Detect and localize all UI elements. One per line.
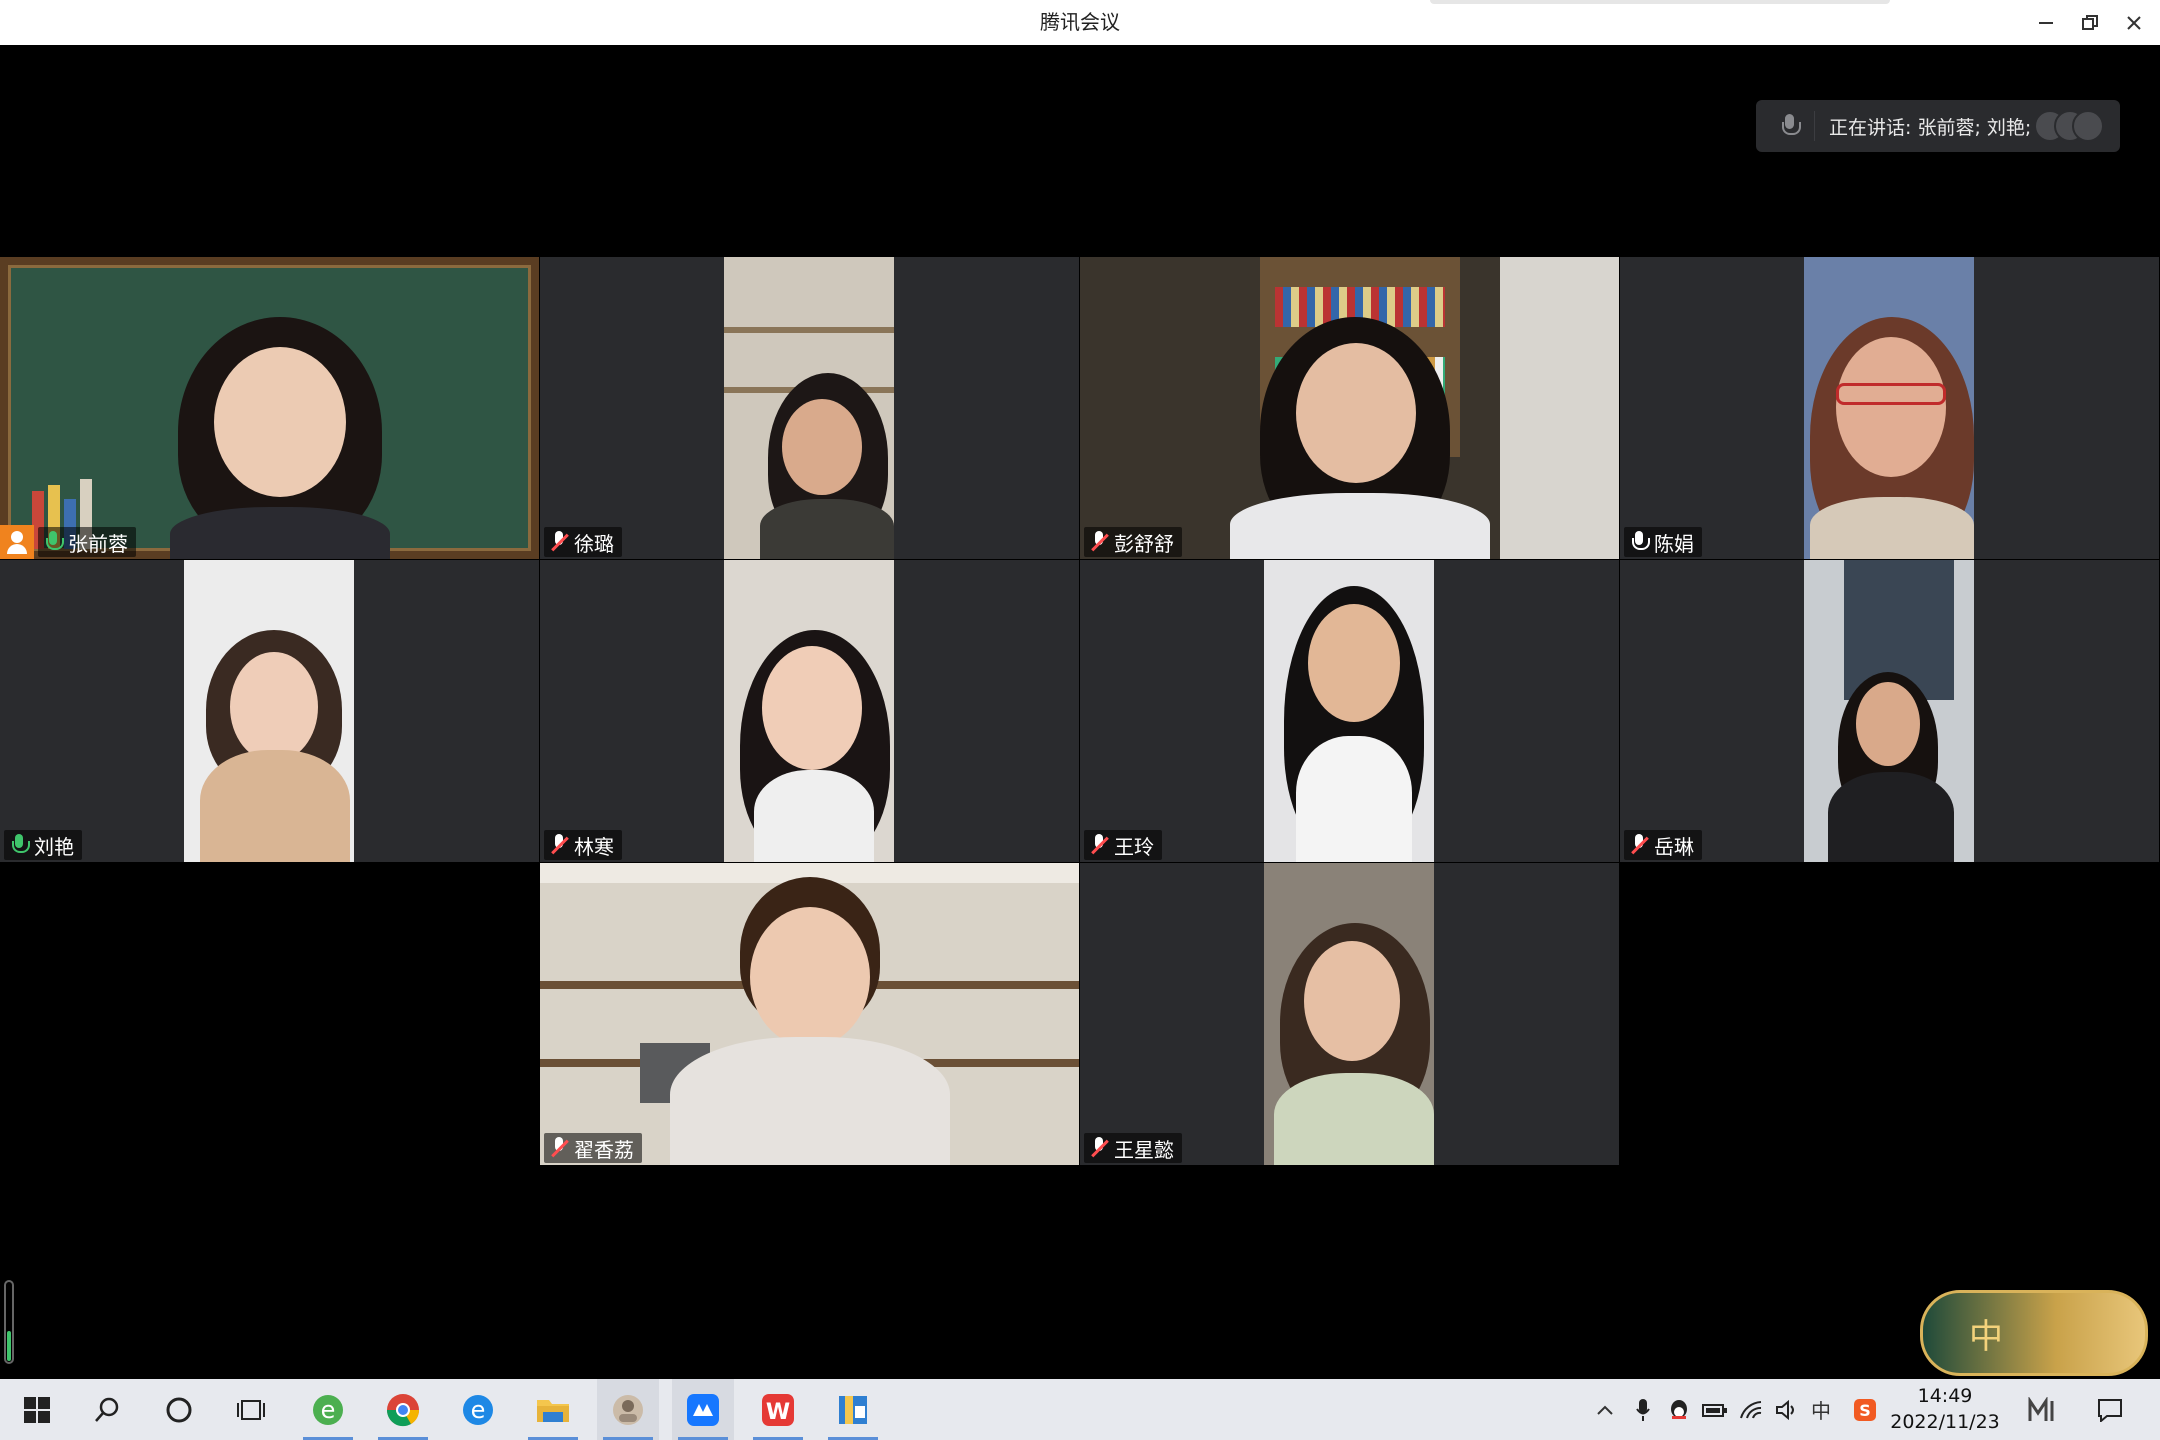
close-icon[interactable]	[2112, 0, 2156, 45]
holiday-widget-glyph: 中	[1969, 1317, 2003, 1357]
participant-name: 林寒	[574, 834, 614, 859]
system-clock[interactable]: 14:49 2022/11/23	[1880, 1383, 2010, 1435]
ie-browser-icon[interactable]: e	[297, 1379, 359, 1440]
action-center-icon[interactable]	[2090, 1379, 2130, 1440]
holiday-widget[interactable]: 中	[1920, 1290, 2148, 1376]
microphone-icon	[10, 833, 30, 857]
microphone-icon	[1778, 112, 1801, 140]
microphone-icon	[44, 530, 64, 554]
participant-name: 刘艳	[34, 834, 74, 859]
divider	[1814, 111, 1815, 141]
microphone-muted-icon	[1090, 1136, 1108, 1160]
speaker-avatars	[2034, 110, 2104, 142]
video-tile-wang-ling[interactable]: 王玲	[1080, 560, 1619, 862]
participant-video	[1264, 560, 1434, 862]
participant-video	[724, 257, 894, 559]
participant-video	[1804, 257, 1974, 559]
speaking-indicator: 正在讲话: 张前蓉; 刘艳;	[1756, 100, 2120, 152]
volume-level-indicator	[4, 1280, 14, 1364]
pen-workspace-icon[interactable]	[2024, 1379, 2064, 1440]
participant-label: 王玲	[1084, 830, 1162, 860]
volume-icon[interactable]	[1772, 1379, 1802, 1440]
participant-video	[540, 863, 1079, 1165]
photo-app-icon[interactable]	[597, 1379, 659, 1440]
microphone-muted-icon	[1090, 530, 1108, 554]
minimize-icon[interactable]	[2024, 0, 2068, 45]
microphone-muted-icon	[550, 833, 568, 857]
participant-label: 徐璐	[544, 527, 622, 557]
video-tile-xu[interactable]: 徐璐	[540, 257, 1079, 559]
participant-label: 刘艳	[4, 830, 82, 860]
taskbar: e e W 中 S 14:49 2022/11/23	[0, 1379, 2160, 1440]
participant-video	[1804, 560, 1974, 862]
video-tile-yue[interactable]: 岳琳	[1620, 560, 2159, 862]
participant-label: 张前蓉	[38, 527, 136, 557]
meeting-stage: 正在讲话: 张前蓉; 刘艳; 张前蓉 徐璐 彭舒舒 陈娟 刘艳 林寒 王玲 岳琳…	[0, 45, 2160, 1379]
video-tile-peng[interactable]: 彭舒舒	[1080, 257, 1619, 559]
windows-start-icon[interactable]	[6, 1379, 68, 1440]
microphone-muted-icon	[550, 1136, 568, 1160]
svg-text:e: e	[471, 1396, 486, 1424]
input-method-indicator[interactable]: 中	[1806, 1379, 1836, 1440]
search-icon[interactable]	[76, 1379, 138, 1440]
microphone-muted-icon	[1630, 833, 1648, 857]
qq-icon[interactable]	[1664, 1379, 1694, 1440]
participant-name: 翟香荔	[574, 1137, 634, 1162]
participant-video	[1080, 257, 1619, 559]
archive-app-icon[interactable]	[822, 1379, 884, 1440]
host-icon	[0, 525, 34, 559]
participant-label: 翟香荔	[544, 1133, 642, 1163]
participant-label: 彭舒舒	[1084, 527, 1182, 557]
participant-name: 王星懿	[1114, 1137, 1174, 1162]
chrome-icon[interactable]	[372, 1379, 434, 1440]
participant-video	[0, 257, 539, 559]
file-explorer-icon[interactable]	[522, 1379, 584, 1440]
title-bar: 腾讯会议	[0, 0, 2160, 45]
participant-label: 岳琳	[1624, 830, 1702, 860]
participant-name: 彭舒舒	[1114, 531, 1174, 556]
window-title: 腾讯会议	[1040, 10, 1120, 34]
svg-text:e: e	[321, 1396, 336, 1424]
restore-icon[interactable]	[2068, 0, 2112, 45]
speaking-text: 正在讲话: 张前蓉; 刘艳;	[1829, 116, 2032, 139]
clock-time: 14:49	[1917, 1385, 1973, 1407]
task-view-icon[interactable]	[220, 1379, 282, 1440]
battery-icon[interactable]	[1700, 1379, 1730, 1440]
tencent-meeting-icon[interactable]	[672, 1379, 734, 1440]
participant-name: 岳琳	[1654, 834, 1694, 859]
clock-date: 2022/11/23	[1890, 1411, 2000, 1433]
edge-legacy-icon[interactable]: e	[447, 1379, 509, 1440]
wifi-icon[interactable]	[1736, 1379, 1766, 1440]
tray-microphone-icon[interactable]	[1628, 1379, 1658, 1440]
participant-label: 林寒	[544, 830, 622, 860]
participant-video	[1264, 863, 1434, 1165]
sogou-ime-icon[interactable]: S	[1850, 1379, 1880, 1440]
video-tile-zhai[interactable]: 翟香荔	[540, 863, 1079, 1165]
video-tile-wang-xingyi[interactable]: 王星懿	[1080, 863, 1619, 1165]
video-tile-zhang[interactable]: 张前蓉	[0, 257, 539, 559]
microphone-muted-icon	[1090, 833, 1108, 857]
participant-video	[184, 560, 354, 862]
participant-name: 陈娟	[1654, 531, 1694, 556]
video-tile-liu[interactable]: 刘艳	[0, 560, 539, 862]
participant-name: 张前蓉	[68, 531, 128, 556]
microphone-icon	[1630, 530, 1650, 554]
participant-video	[724, 560, 894, 862]
tray-overflow-icon[interactable]	[1590, 1379, 1620, 1440]
participant-label: 王星懿	[1084, 1133, 1182, 1163]
video-tile-chen[interactable]: 陈娟	[1620, 257, 2159, 559]
participant-label: 陈娟	[1624, 527, 1702, 557]
svg-text:S: S	[1859, 1401, 1871, 1420]
video-tile-lin[interactable]: 林寒	[540, 560, 1079, 862]
wps-office-icon[interactable]: W	[747, 1379, 809, 1440]
svg-text:W: W	[766, 1400, 790, 1425]
microphone-muted-icon	[550, 530, 568, 554]
participant-name: 徐璐	[574, 531, 614, 556]
cortana-icon[interactable]	[148, 1379, 210, 1440]
participant-name: 王玲	[1114, 834, 1154, 859]
